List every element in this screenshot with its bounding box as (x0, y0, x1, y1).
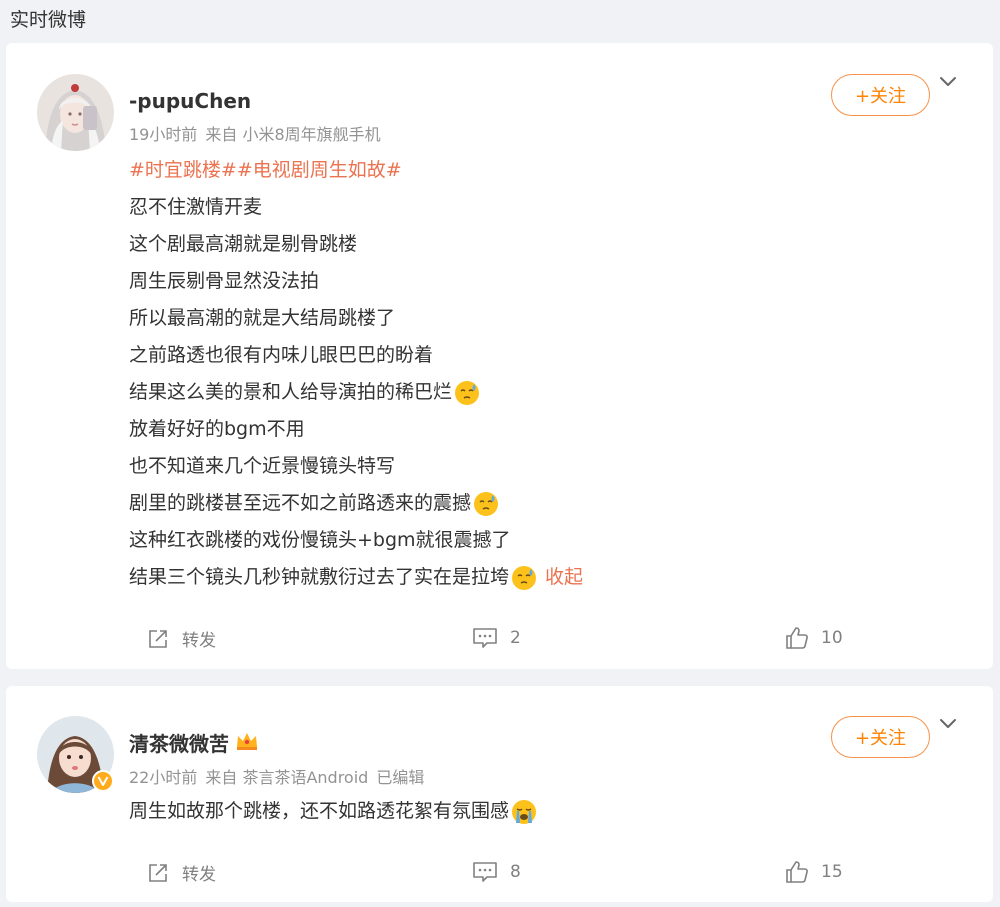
post-source: 来自 茶言茶语Android (205, 768, 369, 787)
crown-badge-icon[interactable] (235, 730, 259, 758)
sweat-emoji-icon (454, 380, 480, 406)
repost-label: 转发 (182, 865, 216, 885)
sweat-emoji-icon (511, 565, 537, 591)
feed-header-title: 实时微博 (10, 9, 87, 31)
comment-icon (472, 860, 498, 884)
repost-button[interactable]: 转发 (146, 626, 216, 651)
comment-count: 2 (510, 628, 521, 648)
like-count: 15 (821, 862, 843, 882)
post-body: 周生如故那个跳楼，还不如路透花絮有氛围感 (129, 793, 537, 830)
follow-button[interactable]: +关注 (831, 716, 930, 758)
post-line: 剧里的跳楼甚至远不如之前路透来的震撼 (129, 492, 472, 514)
author-row: 清茶微微苦 (129, 730, 259, 758)
verified-badge-icon (92, 770, 114, 792)
repost-button[interactable]: 转发 (146, 860, 216, 885)
like-button[interactable]: 15 (785, 860, 843, 884)
like-button[interactable]: 10 (785, 626, 843, 650)
post-source: 来自 小米8周年旗舰手机 (205, 125, 381, 144)
repost-label: 转发 (182, 631, 216, 651)
post-body: #时宜跳楼##电视剧周生如故# 忍不住激情开麦 这个剧最高潮就是剔骨跳楼 周生辰… (129, 152, 583, 596)
crying-emoji-icon (511, 799, 537, 825)
repost-icon (146, 627, 170, 651)
collapse-link[interactable]: 收起 (545, 559, 583, 596)
sweat-emoji-icon (473, 491, 499, 517)
author-name[interactable]: 清茶微微苦 (129, 731, 229, 757)
post-line: 这个剧最高潮就是剔骨跳楼 (129, 233, 358, 255)
post-line: 这种红衣跳楼的戏份慢镜头+bgm就很震撼了 (129, 529, 511, 551)
post-line: 周生辰剔骨显然没法拍 (129, 270, 320, 292)
edited-label[interactable]: 已编辑 (376, 768, 424, 787)
author-name[interactable]: -pupuChen (129, 88, 251, 114)
post-line: 结果三个镜头几秒钟就敷衍过去了实在是拉垮 (129, 566, 510, 588)
comment-button[interactable]: 8 (472, 860, 521, 884)
post-line: 也不知道来几个近景慢镜头特写 (129, 455, 396, 477)
comment-icon (472, 626, 498, 650)
post-line: 所以最高潮的就是大结局跳楼了 (129, 307, 396, 329)
post-meta: 22小时前 来自 茶言茶语Android 已编辑 (129, 767, 432, 789)
post-time[interactable]: 22小时前 (129, 768, 197, 787)
post-line: 结果这么美的景和人给导演拍的稀巴烂 (129, 381, 453, 403)
like-icon (785, 626, 809, 650)
avatar[interactable] (37, 74, 114, 151)
like-icon (785, 860, 809, 884)
post-line: 忍不住激情开麦 (129, 196, 263, 218)
post-time[interactable]: 19小时前 (129, 125, 197, 144)
comment-count: 8 (510, 862, 521, 882)
post-meta: 19小时前 来自 小米8周年旗舰手机 (129, 124, 389, 146)
chevron-down-icon[interactable] (938, 71, 958, 91)
repost-icon (146, 861, 170, 885)
post-line: 放着好好的bgm不用 (129, 418, 305, 440)
post-card: -pupuChen 19小时前 来自 小米8周年旗舰手机 +关注 #时宜跳楼##电… (6, 43, 993, 669)
comment-button[interactable]: 2 (472, 626, 521, 650)
follow-button[interactable]: +关注 (831, 74, 930, 116)
post-line: 之前路透也很有内味儿眼巴巴的盼着 (129, 344, 434, 366)
post-line: 周生如故那个跳楼，还不如路透花絮有氛围感 (129, 800, 510, 822)
like-count: 10 (821, 628, 843, 648)
post-card: 清茶微微苦 22小时前 来自 茶言茶语Android 已编辑 +关注 周生如故那个跳… (6, 686, 993, 902)
hashtag-link[interactable]: #时宜跳楼##电视剧周生如故# (129, 152, 402, 189)
chevron-down-icon[interactable] (938, 713, 958, 733)
